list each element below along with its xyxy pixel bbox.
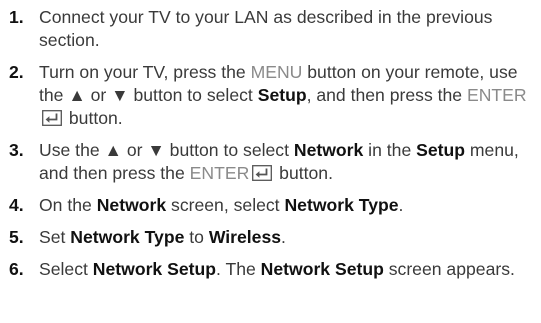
enter-icon: [252, 165, 273, 181]
step-number: 5.: [9, 227, 24, 247]
step-text: Select Network Setup. The Network Setup …: [39, 259, 515, 279]
network-setup-term: Network Setup: [260, 259, 384, 279]
network-type-term: Network Type: [70, 227, 185, 247]
step-3: 3. Use the ▲ or ▼ button to select Netwo…: [9, 139, 537, 185]
enter-key-label: ENTER: [466, 85, 527, 105]
setup-term: Setup: [257, 85, 307, 105]
wireless-term: Wireless: [208, 227, 282, 247]
enter-key-label: ENTER: [189, 163, 250, 183]
network-type-term: Network Type: [284, 195, 399, 215]
step-1: 1. Connect your TV to your LAN as descri…: [9, 6, 537, 52]
step-number: 6.: [9, 259, 24, 279]
step-text: Use the ▲ or ▼ button to select Network …: [39, 140, 519, 183]
network-setup-term: Network Setup: [92, 259, 216, 279]
step-2: 2. Turn on your TV, press the MENU butto…: [9, 61, 537, 130]
step-number: 4.: [9, 195, 24, 215]
step-text: Set Network Type to Wireless.: [39, 227, 286, 247]
step-number: 2.: [9, 62, 24, 82]
enter-icon: [42, 110, 62, 126]
network-term: Network: [293, 140, 364, 160]
step-4: 4. On the Network screen, select Network…: [9, 194, 537, 217]
menu-key-label: MENU: [250, 62, 303, 82]
step-number: 1.: [9, 7, 24, 27]
network-term: Network: [96, 195, 167, 215]
step-text: Turn on your TV, press the MENU button o…: [39, 62, 527, 128]
steps-list: 1. Connect your TV to your LAN as descri…: [9, 6, 537, 281]
step-number: 3.: [9, 140, 24, 160]
setup-term: Setup: [416, 140, 465, 160]
step-5: 5. Set Network Type to Wireless.: [9, 226, 537, 249]
step-text: On the Network screen, select Network Ty…: [39, 195, 404, 215]
instructions-page: 1. Connect your TV to your LAN as descri…: [0, 0, 541, 323]
step-6: 6. Select Network Setup. The Network Set…: [9, 258, 537, 281]
step-text: Connect your TV to your LAN as described…: [39, 7, 493, 50]
